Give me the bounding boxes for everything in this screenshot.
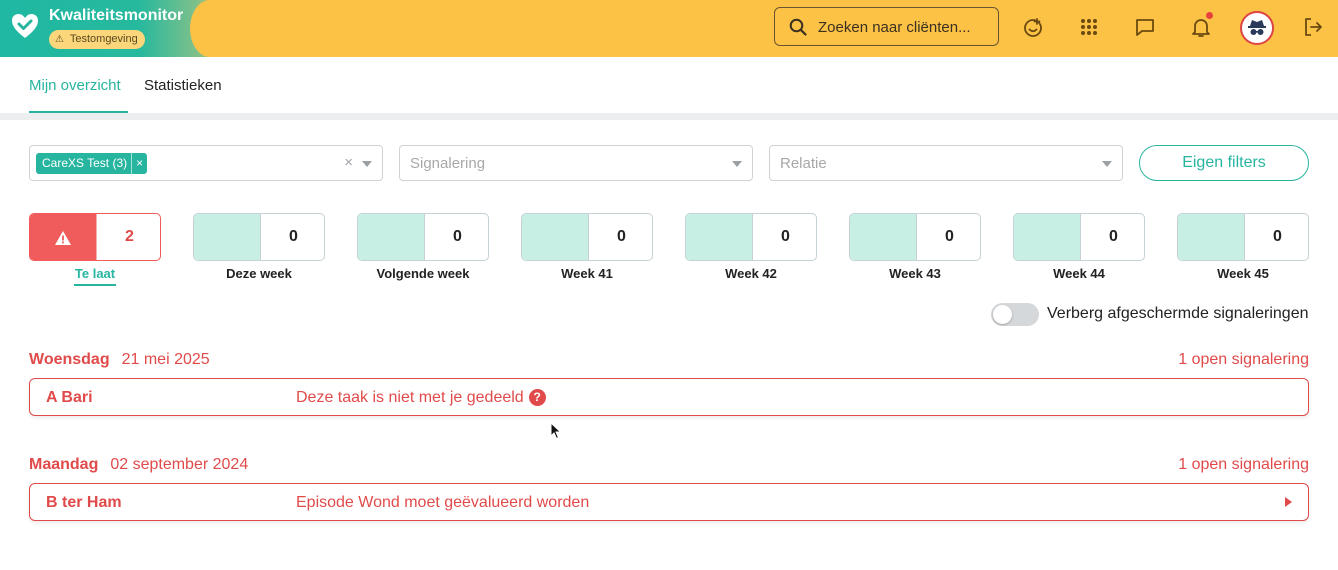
day-heading: Woensdag 21 mei 2025 <box>29 351 210 369</box>
week-count: 0 <box>1080 214 1144 260</box>
week-label: Volgende week <box>376 266 470 281</box>
week-card[interactable]: 0 <box>1177 213 1309 261</box>
selected-week-indicator <box>74 284 116 286</box>
card-color-area <box>1178 214 1244 260</box>
signal-row[interactable]: A Bari Deze taak is niet met je gedeeld? <box>29 378 1309 416</box>
week-label: Week 45 <box>1217 266 1269 281</box>
brand-curve <box>190 0 250 57</box>
week-count: 2 <box>96 214 160 260</box>
week-card[interactable]: 0 <box>193 213 325 261</box>
week-label: Week 43 <box>889 266 941 281</box>
top-bar: Kwaliteitsmonitor ⚠ Testomgeving <box>0 0 1338 57</box>
bell-icon[interactable] <box>1188 12 1214 40</box>
week-count: 0 <box>1244 214 1308 260</box>
client-name: B ter Ham <box>46 494 122 511</box>
warning-icon <box>55 231 71 245</box>
card-color-area <box>358 214 424 260</box>
client-search[interactable] <box>774 7 999 46</box>
week-label: Week 44 <box>1053 266 1105 281</box>
chevron-right-icon[interactable] <box>1285 497 1292 507</box>
toggle-knob <box>993 305 1012 324</box>
week-card[interactable]: 0 <box>849 213 981 261</box>
day-date: 21 mei 2025 <box>121 351 210 368</box>
week-label: Week 42 <box>725 266 777 281</box>
week-card[interactable]: 0 <box>521 213 653 261</box>
chevron-down-icon <box>732 161 742 167</box>
week-count: 0 <box>588 214 652 260</box>
card-color-area <box>686 214 752 260</box>
tab-bar: Mijn overzicht Statistieken <box>0 57 1338 113</box>
week-label: Te laat <box>74 266 116 281</box>
relatie-select[interactable]: Relatie <box>769 145 1123 181</box>
open-signal-count: 1 open signalering <box>1178 456 1309 473</box>
week-count: 0 <box>424 214 488 260</box>
signal-row[interactable]: B ter Ham Episode Wond moet geëvalueerd … <box>29 483 1309 521</box>
filter-chip-label: CareXS Test (3) <box>42 156 128 170</box>
week-count: 0 <box>260 214 324 260</box>
signal-description: Episode Wond moet geëvalueerd worden <box>296 494 590 511</box>
day-heading: Maandag 02 september 2024 <box>29 456 248 474</box>
signalering-select[interactable]: Signalering <box>399 145 753 181</box>
client-name: A Bari <box>46 389 93 406</box>
week-card[interactable]: 0 <box>357 213 489 261</box>
relatie-placeholder: Relatie <box>780 155 827 172</box>
week-label: Deze week <box>226 266 292 281</box>
heart-logo-icon[interactable] <box>10 11 40 41</box>
chevron-down-icon <box>1102 161 1112 167</box>
week-card[interactable]: 0 <box>1013 213 1145 261</box>
week-count: 0 <box>752 214 816 260</box>
card-color-area <box>1014 214 1080 260</box>
signalering-placeholder: Signalering <box>410 155 486 172</box>
toggle-label: Verberg afgeschermde signaleringen <box>1047 305 1309 322</box>
filter-chip: CareXS Test (3) × <box>36 153 148 174</box>
chip-remove-icon[interactable]: × <box>131 153 143 174</box>
spy-avatar-icon[interactable] <box>1240 11 1274 45</box>
card-color-area <box>850 214 916 260</box>
divider <box>0 113 1338 120</box>
environment-badge-label: Testomgeving <box>69 33 138 45</box>
tab-statistieken[interactable]: Statistieken <box>144 77 222 94</box>
search-input[interactable] <box>818 17 993 37</box>
day-name: Maandag <box>29 456 99 473</box>
day-date: 02 september 2024 <box>110 456 249 473</box>
chat-icon[interactable] <box>1132 14 1158 40</box>
eigen-filters-button[interactable]: Eigen filters <box>1139 145 1309 181</box>
card-color-area <box>522 214 588 260</box>
signal-description-wrap: Deze taak is niet met je gedeeld? <box>296 389 546 407</box>
app-title: Kwaliteitsmonitor <box>49 7 184 24</box>
mouse-cursor-icon <box>550 422 562 440</box>
tab-mijn-overzicht[interactable]: Mijn overzicht <box>29 77 121 94</box>
signal-description: Deze taak is niet met je gedeeld <box>296 389 524 406</box>
warning-icon: ⚠ <box>55 34 64 45</box>
happy-plus-icon[interactable] <box>1020 14 1046 40</box>
organisation-select[interactable]: CareXS Test (3) × × <box>29 145 383 181</box>
apps-grid-icon[interactable] <box>1076 14 1102 40</box>
week-label: Week 41 <box>561 266 613 281</box>
logout-icon[interactable] <box>1300 14 1326 40</box>
card-icon-area <box>30 214 96 260</box>
week-card-te-laat[interactable]: 2 <box>29 213 161 261</box>
search-icon <box>789 18 807 36</box>
hide-shielded-toggle[interactable] <box>991 303 1039 326</box>
clear-icon[interactable]: × <box>344 154 353 171</box>
notification-dot <box>1206 12 1213 19</box>
chevron-down-icon[interactable] <box>362 161 372 167</box>
environment-badge: ⚠ Testomgeving <box>49 30 145 49</box>
card-color-area <box>194 214 260 260</box>
week-card[interactable]: 0 <box>685 213 817 261</box>
open-signal-count: 1 open signalering <box>1178 351 1309 368</box>
week-count: 0 <box>916 214 980 260</box>
help-icon[interactable]: ? <box>528 389 546 406</box>
day-name: Woensdag <box>29 351 110 368</box>
